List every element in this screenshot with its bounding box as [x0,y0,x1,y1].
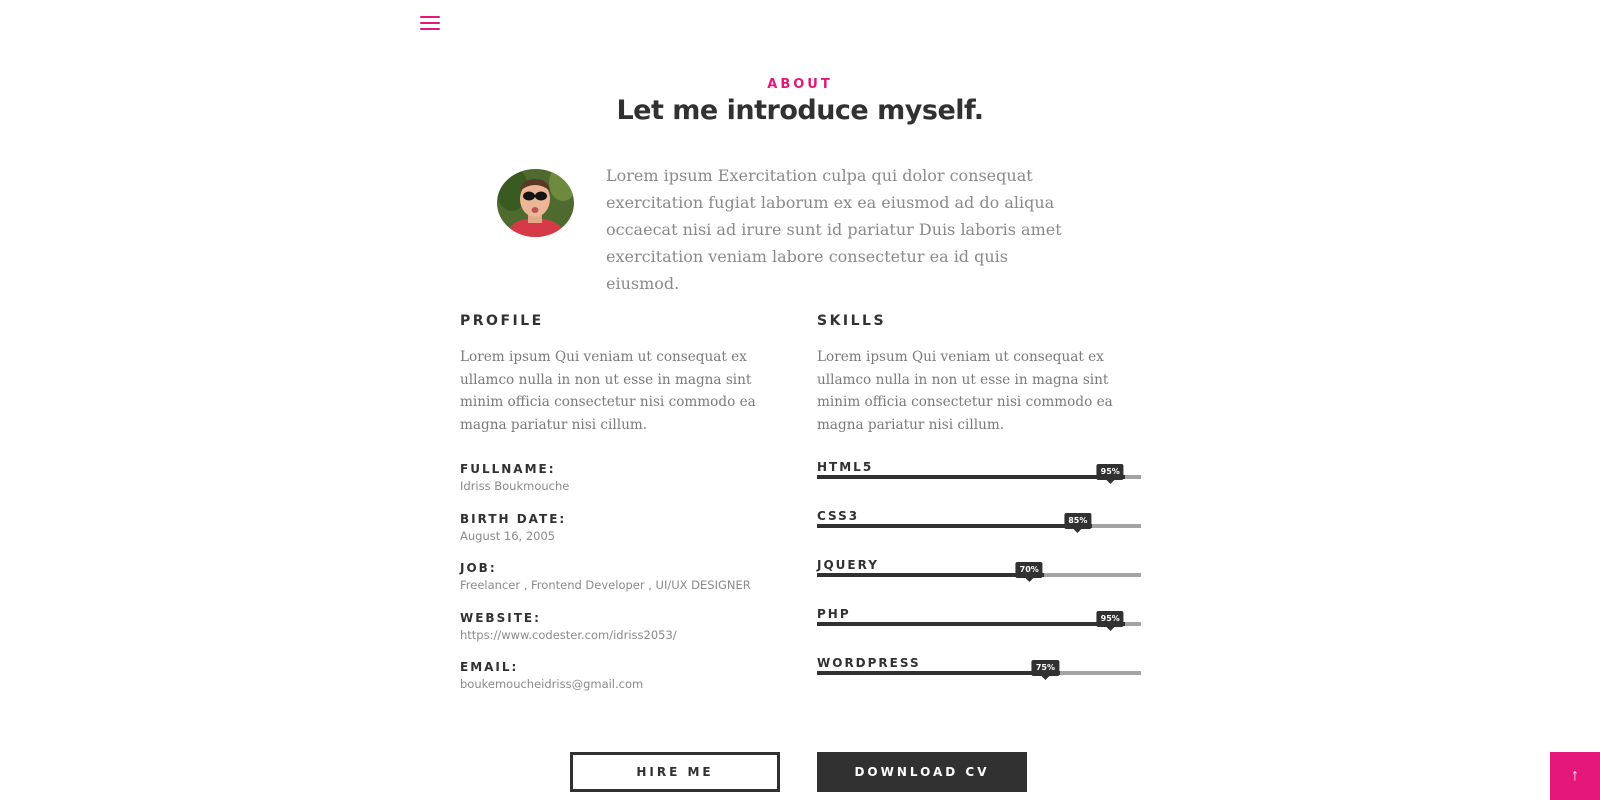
skill-percent-badge: 70% [1015,562,1043,582]
skill-percent-badge: 75% [1031,660,1059,680]
skill-css3: CSS3 85% [817,509,1141,533]
intro-paragraph: Lorem ipsum Exercitation culpa qui dolor… [606,166,1062,293]
avatar [497,169,574,237]
hamburger-icon [420,16,440,30]
skill-name: PHP [817,607,851,621]
profile-item-value: August 16, 2005 [460,529,556,543]
profile-item-email: EMAIL: boukemoucheidriss@gmail.com [460,660,790,691]
profile-item-label: EMAIL: [460,660,519,674]
section-heading: Let me introduce myself. [616,95,984,126]
profile-title: PROFILE [460,313,544,329]
skill-name: CSS3 [817,509,860,523]
profile-item-value: Idriss Boukmouche [460,479,570,493]
email-link[interactable]: boukemoucheidriss@gmail.com [460,677,790,691]
profile-item-label: WEBSITE: [460,611,541,625]
profile-text: Lorem ipsum Qui veniam ut consequat ex u… [460,349,756,433]
skill-progress-fill [817,475,1125,479]
skills-title: SKILLS [817,313,887,329]
skill-progress-fill [817,671,1060,675]
hire-me-button[interactable]: HIRE ME [570,752,780,792]
skill-progress-bar: 70% [817,562,1141,582]
skill-name: HTML5 [817,460,874,474]
skill-progress-fill [817,622,1125,626]
download-cv-button[interactable]: DOWNLOAD CV [817,752,1027,792]
skill-progress-fill [817,573,1044,577]
skill-progress-bar: 95% [817,464,1141,484]
profile-item-job: JOB: Freelancer , Frontend Developer , U… [460,561,790,592]
profile-item-label: BIRTH DATE: [460,512,567,526]
skill-wordpress: WORDPRESS 75% [817,656,1141,680]
profile-item-label: FULLNAME: [460,462,556,476]
skills-text: Lorem ipsum Qui veniam ut consequat ex u… [817,349,1113,433]
profile-item-value: Freelancer , Frontend Developer , UI/UX … [460,578,751,592]
menu-toggle-button[interactable] [420,16,440,34]
profile-item-birth-date: BIRTH DATE: August 16, 2005 [460,512,790,543]
skill-jquery: JQUERY 70% [817,558,1141,582]
profile-item-label: JOB: [460,561,497,575]
arrow-up-icon: ↑ [1571,767,1579,784]
skill-php: PHP 95% [817,607,1141,631]
skill-progress-bar: 85% [817,513,1141,533]
skill-name: JQUERY [817,558,879,572]
skill-percent-badge: 95% [1096,464,1124,484]
skill-name: WORDPRESS [817,656,921,670]
profile-item-fullname: FULLNAME: Idriss Boukmouche [460,462,790,493]
skill-percent-badge: 85% [1064,513,1092,533]
skill-progress-fill [817,524,1093,528]
back-to-top-button[interactable]: ↑ [1550,752,1600,800]
skill-percent-badge: 95% [1096,611,1124,631]
skill-progress-bar: 95% [817,611,1141,631]
section-label: ABOUT [767,77,833,92]
skill-progress-bar: 75% [817,660,1141,680]
skill-html5: HTML5 95% [817,460,1141,484]
website-link[interactable]: https://www.codester.com/idriss2053/ [460,628,790,642]
profile-item-website: WEBSITE: https://www.codester.com/idriss… [460,611,790,642]
